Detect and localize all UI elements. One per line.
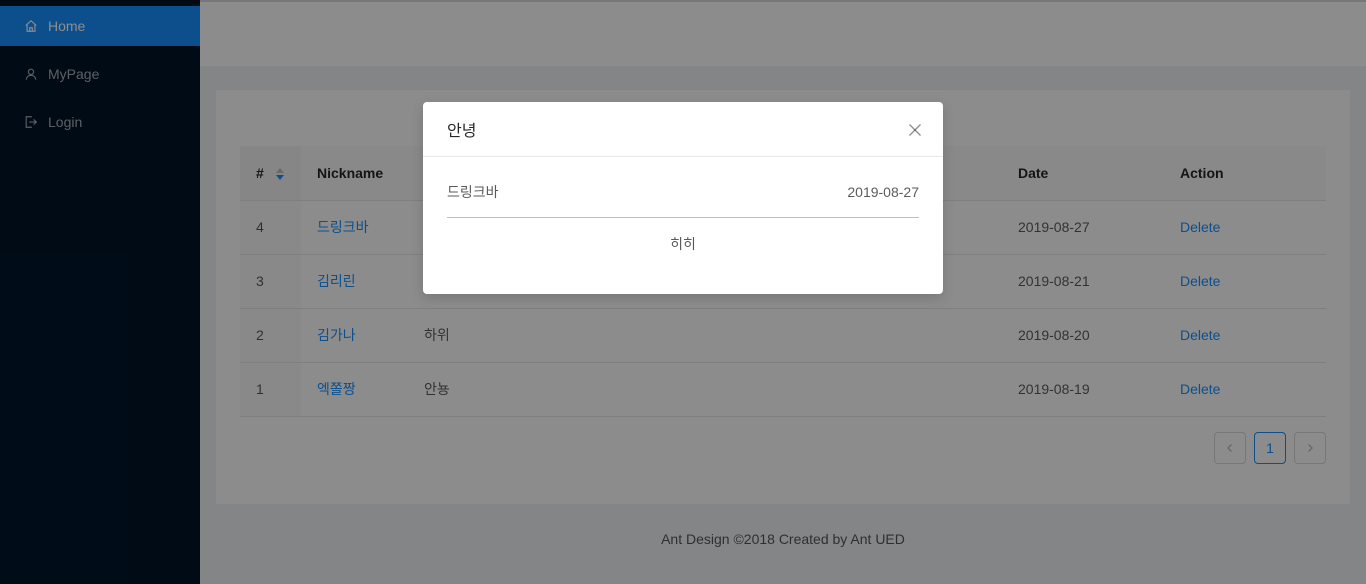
modal-title: 안녕 [447, 123, 477, 140]
modal-divider [447, 217, 919, 218]
modal-meta-row: 드링크바 2019-08-27 [447, 181, 919, 203]
post-modal: 안녕 드링크바 2019-08-27 히히 [423, 102, 943, 294]
modal-author: 드링크바 [447, 184, 499, 200]
modal-body: 드링크바 2019-08-27 히히 [423, 157, 943, 254]
modal-header: 안녕 [423, 102, 943, 157]
modal-date: 2019-08-27 [847, 184, 919, 200]
modal-content: 히히 [670, 236, 696, 252]
close-icon[interactable] [907, 122, 923, 138]
